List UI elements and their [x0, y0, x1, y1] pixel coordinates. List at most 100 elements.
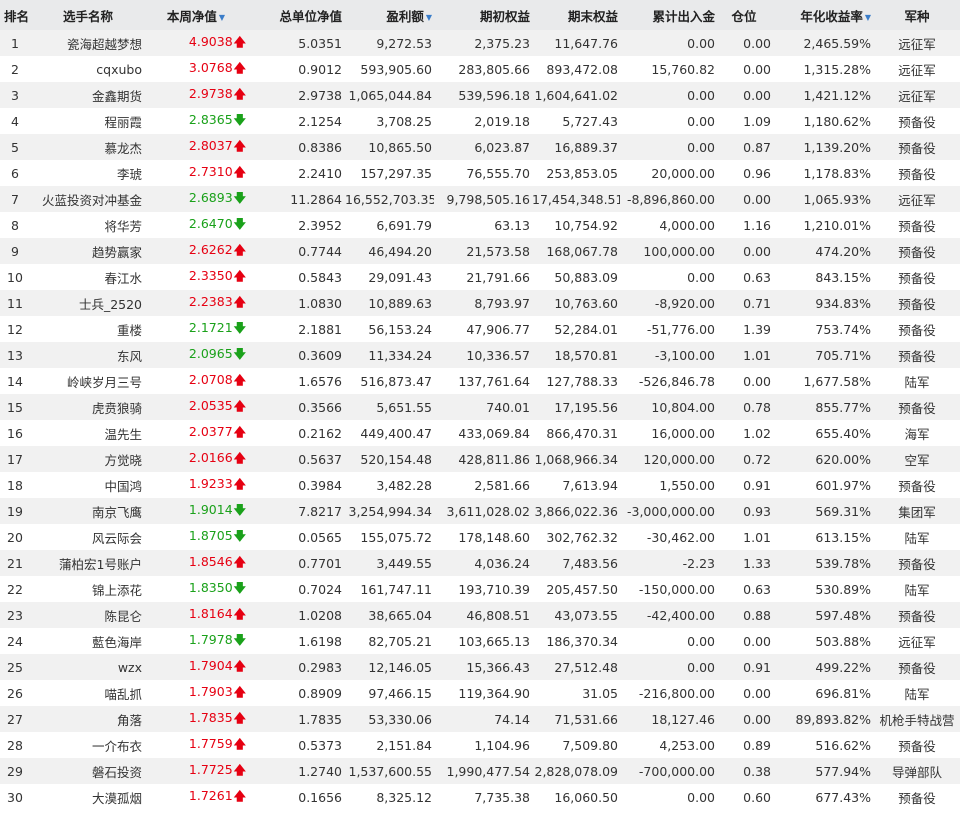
weekly-nav-value: 2.0166: [188, 449, 233, 465]
cell-annual-return: 89,893.82%: [795, 711, 872, 727]
table-row[interactable]: 3 金鑫期货 2.9738🡅 2.9738 1,065,044.84 539,596.18…: [0, 82, 960, 108]
weekly-nav-value: 1.9014: [188, 501, 233, 517]
cell-begin-equity: 74.14: [494, 711, 530, 727]
cell-end-equity: 50,883.09: [554, 269, 618, 285]
cell-profit: 449,400.47: [360, 425, 432, 441]
arrow-down-icon: 🡇: [233, 216, 246, 231]
cell-profit: 10,865.50: [368, 139, 432, 155]
sort-desc-icon[interactable]: ▼: [865, 13, 871, 22]
table-row[interactable]: 8 将华芳 2.6470🡇 2.3952 6,691.79 63.13 10,754.92 4…: [0, 212, 960, 238]
cell-player-name: 中国鸿: [104, 478, 142, 494]
col-header-name[interactable]: 选手名称: [30, 0, 146, 30]
table-row[interactable]: 14 岭峡岁月三号 2.0708🡅 1.6576 516,873.47 137,761.6…: [0, 368, 960, 394]
col-header-profit[interactable]: 盈利额 ▼: [345, 0, 434, 30]
table-row[interactable]: 23 陈昆仑 1.8164🡅 1.0208 38,665.04 46,808.51 43,0…: [0, 602, 960, 628]
table-row[interactable]: 28 一介布衣 1.7759🡅 0.5373 2,151.84 1,104.96 7,509…: [0, 732, 960, 758]
table-row[interactable]: 22 锦上添花 1.8350🡇 0.7024 161,747.11 193,710.39 2…: [0, 576, 960, 602]
cell-cumulative-flow: 18,127.46: [651, 711, 715, 727]
cell-army: 陆军: [904, 530, 930, 546]
cell-annual-return: 934.83%: [815, 295, 871, 311]
table-row[interactable]: 4 程丽霞 2.8365🡇 2.1254 3,708.25 2,019.18 5,727.4…: [0, 108, 960, 134]
col-header-annual-return[interactable]: 年化收益率 ▼: [773, 0, 873, 30]
cell-begin-equity: 63.13: [494, 217, 530, 233]
cell-begin-equity: 1,990,477.54: [446, 763, 531, 779]
arrow-up-icon: 🡅: [233, 762, 246, 777]
cell-player-name: 一介布衣: [91, 738, 142, 754]
sort-desc-icon[interactable]: ▼: [219, 13, 225, 22]
table-row[interactable]: 10 春江水 2.3350🡅 0.5843 29,091.43 21,791.66 50,8…: [0, 264, 960, 290]
cell-rank: 17: [7, 451, 23, 467]
cell-profit: 516,873.47: [360, 373, 432, 389]
table-row[interactable]: 29 磐石投资 1.7725🡅 1.2740 1,537,600.55 1,990,477…: [0, 758, 960, 784]
cell-profit: 9,272.53: [376, 35, 432, 51]
table-row[interactable]: 7 火蓝投资对冲基金 2.6893🡇 11.2864 16,552,703.35 9,79…: [0, 186, 960, 212]
col-header-rank[interactable]: 排名: [0, 0, 30, 30]
cell-weekly-nav: 2.9738🡅: [146, 82, 250, 108]
cell-army: 预备役: [898, 608, 936, 624]
weekly-nav-value: 1.7725: [188, 761, 233, 777]
weekly-nav-value: 2.0708: [188, 371, 233, 387]
table-row[interactable]: 27 角落 1.7835🡅 1.7835 53,330.06 74.14 71,531.66…: [0, 706, 960, 732]
cell-position: 0.38: [743, 763, 771, 779]
weekly-nav-value: 2.0535: [188, 397, 233, 413]
cell-player-name: 喵乱抓: [104, 686, 142, 702]
cell-weekly-nav: 4.9038🡅: [146, 30, 250, 56]
cell-annual-return: 1,210.01%: [803, 217, 871, 233]
sort-desc-icon[interactable]: ▼: [426, 13, 432, 22]
col-header-army[interactable]: 军种: [873, 0, 960, 30]
col-header-weekly-nav[interactable]: 本周净值 ▼: [146, 0, 250, 30]
cell-weekly-nav: 2.3350🡅: [146, 264, 250, 290]
cell-weekly-nav: 2.0965🡇: [146, 342, 250, 368]
cell-end-equity: 127,788.33: [546, 373, 618, 389]
cell-profit: 5,651.55: [376, 399, 432, 415]
cell-begin-equity: 740.01: [486, 399, 530, 415]
cell-army: 陆军: [904, 582, 930, 598]
col-header-position[interactable]: 仓位: [717, 0, 773, 30]
cell-begin-equity: 1,104.96: [474, 737, 530, 753]
cell-weekly-nav: 1.9014🡇: [146, 498, 250, 524]
cell-player-name: wzx: [117, 659, 142, 675]
cell-begin-equity: 178,148.60: [458, 529, 530, 545]
ranking-table-container: 排名 选手名称 本周净值 ▼ 总单位净值 盈利额 ▼ 期初权益 期末权益 累计出入金…: [0, 0, 960, 813]
table-row[interactable]: 16 温先生 2.0377🡅 0.2162 449,400.47 433,069.84 86…: [0, 420, 960, 446]
cell-player-name: 蒲柏宏1号账户: [59, 556, 142, 572]
col-header-end-equity[interactable]: 期末权益: [532, 0, 620, 30]
table-row[interactable]: 18 中国鸿 1.9233🡅 0.3984 3,482.28 2,581.66 7,613.…: [0, 472, 960, 498]
table-row[interactable]: 6 李琥 2.7310🡅 2.2410 157,297.35 76,555.70 253,8…: [0, 160, 960, 186]
table-row[interactable]: 13 东风 2.0965🡇 0.3609 11,334.24 10,336.57 18,57…: [0, 342, 960, 368]
table-row[interactable]: 19 南京飞鹰 1.9014🡇 7.8217 3,254,994.34 3,611,028…: [0, 498, 960, 524]
cell-begin-equity: 8,793.97: [474, 295, 530, 311]
table-row[interactable]: 15 虎贲狼骑 2.0535🡅 0.3566 5,651.55 740.01 17,195.…: [0, 394, 960, 420]
cell-cumulative-flow: -3,000,000.00: [626, 503, 715, 519]
cell-position: 0.00: [743, 243, 771, 259]
cell-profit: 97,466.15: [368, 685, 432, 701]
table-row[interactable]: 21 蒲柏宏1号账户 1.8546🡅 0.7701 3,449.55 4,036.24 7,…: [0, 550, 960, 576]
arrow-down-icon: 🡇: [233, 346, 246, 361]
cell-unit-nav: 1.7835: [298, 711, 342, 727]
cell-rank: 27: [7, 711, 23, 727]
arrow-up-icon: 🡅: [233, 684, 246, 699]
table-row[interactable]: 11 士兵_2520 2.2383🡅 1.0830 10,889.63 8,793.97 1…: [0, 290, 960, 316]
cell-profit: 10,889.63: [368, 295, 432, 311]
table-row[interactable]: 5 慕龙杰 2.8037🡅 0.8386 10,865.50 6,023.87 16,889…: [0, 134, 960, 160]
table-row[interactable]: 9 趋势赢家 2.6262🡅 0.7744 46,494.20 21,573.58 168,…: [0, 238, 960, 264]
col-header-unit-nav[interactable]: 总单位净值: [250, 0, 345, 30]
col-header-cumulative-flow[interactable]: 累计出入金: [620, 0, 717, 30]
table-row[interactable]: 30 大漠孤烟 1.7261🡅 0.1656 8,325.12 7,735.38 16,06…: [0, 784, 960, 810]
table-row[interactable]: 12 重楼 2.1721🡇 2.1881 56,153.24 47,906.77 52,28…: [0, 316, 960, 342]
cell-annual-return: 1,065.93%: [803, 191, 871, 207]
cell-player-name: 岭峡岁月三号: [66, 374, 142, 390]
table-row[interactable]: 25 wzx 1.7904🡅 0.2983 12,146.05 15,366.43 27,5…: [0, 654, 960, 680]
cell-unit-nav: 0.3984: [298, 477, 342, 493]
cell-weekly-nav: 2.8365🡇: [146, 108, 250, 134]
table-row[interactable]: 20 风云际会 1.8705🡇 0.0565 155,075.72 178,148.60 3…: [0, 524, 960, 550]
table-row[interactable]: 26 喵乱抓 1.7903🡅 0.8909 97,466.15 119,364.90 31.…: [0, 680, 960, 706]
table-row[interactable]: 1 瓷海超越梦想 4.9038🡅 5.0351 9,272.53 2,375.23 11,6…: [0, 30, 960, 56]
cell-army: 陆军: [904, 686, 930, 702]
table-row[interactable]: 2 cqxubo 3.0768🡅 0.9012 593,905.60 283,805.66…: [0, 56, 960, 82]
cell-position: 0.71: [743, 295, 771, 311]
col-header-begin-equity[interactable]: 期初权益: [434, 0, 532, 30]
table-row[interactable]: 17 方觉晓 2.0166🡅 0.5637 520,154.48 428,811.86 1,…: [0, 446, 960, 472]
cell-weekly-nav: 2.0535🡅: [146, 394, 250, 420]
table-row[interactable]: 24 藍色海岸 1.7978🡇 1.6198 82,705.21 103,665.13 18…: [0, 628, 960, 654]
